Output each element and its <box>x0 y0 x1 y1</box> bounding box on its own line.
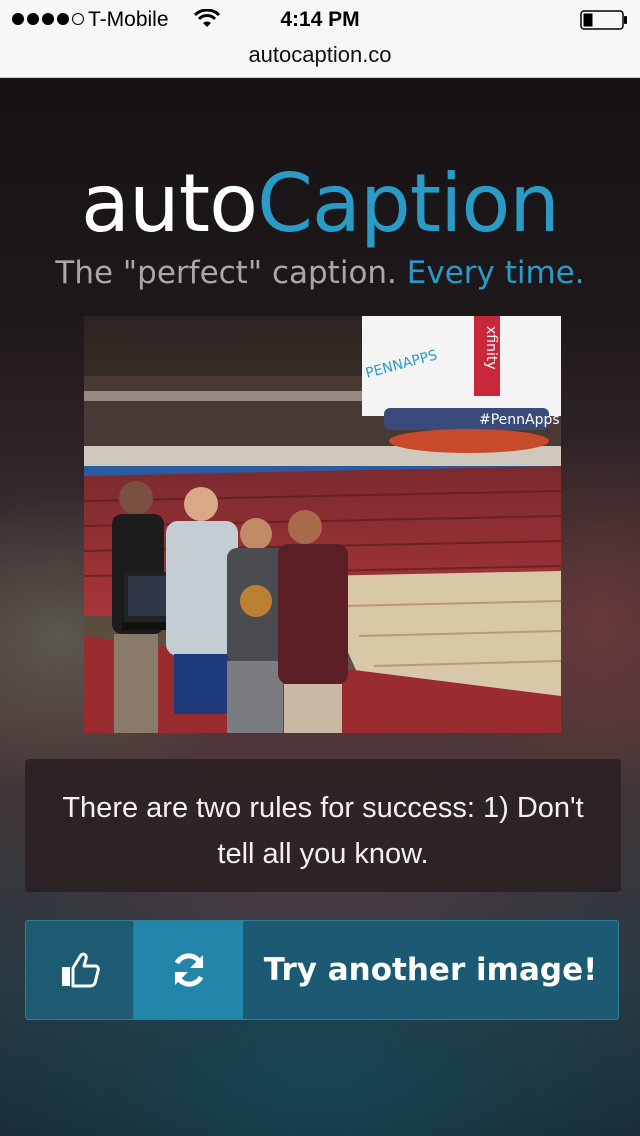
tagline-part1: The "perfect" caption. <box>55 255 397 291</box>
tagline: The "perfect" caption. Every time. <box>0 255 640 291</box>
clock: 4:14 PM <box>280 8 360 31</box>
action-bar: Try another image! <box>25 920 619 1020</box>
brand-part-caption: Caption <box>257 157 560 250</box>
status-bar: T-Mobile 4:14 PM <box>0 0 640 40</box>
refresh-icon <box>174 953 203 987</box>
try-another-image-label: Try another image! <box>263 952 598 988</box>
brand-logo: autoCaption <box>0 157 640 250</box>
try-another-image-button[interactable]: Try another image! <box>243 921 618 1019</box>
generated-caption: There are two rules for success: 1) Don'… <box>25 759 621 892</box>
scoreboard-hashtag: #PennApps <box>479 412 560 428</box>
brand-part-auto: auto <box>81 157 258 250</box>
uploaded-photo: xfinity PENNAPPS #PennApps <box>84 316 561 733</box>
thumbs-up-icon <box>61 952 100 988</box>
page: autoCaption The "perfect" caption. Every… <box>0 79 640 1136</box>
url-text: autocaption.co <box>248 42 392 67</box>
address-bar[interactable]: autocaption.co <box>0 40 640 78</box>
battery-icon <box>580 10 627 30</box>
like-button[interactable] <box>26 921 134 1019</box>
caption-text: There are two rules for success: 1) Don'… <box>62 792 584 870</box>
tagline-part2: Every time. <box>406 255 585 291</box>
refresh-caption-button[interactable] <box>134 921 243 1019</box>
scoreboard-banner-text: xfinity <box>483 326 499 370</box>
